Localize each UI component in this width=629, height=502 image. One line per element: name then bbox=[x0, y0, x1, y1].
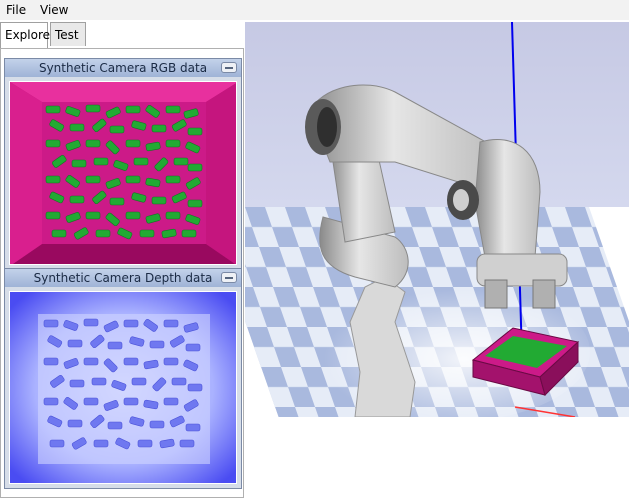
depth-camera-window[interactable]: Synthetic Camera Depth data bbox=[4, 268, 242, 489]
menu-bar: File View bbox=[0, 0, 629, 20]
menu-view[interactable]: View bbox=[40, 3, 68, 17]
tab-test[interactable]: Test bbox=[50, 22, 86, 46]
rgb-window-title: Synthetic Camera RGB data bbox=[5, 59, 241, 77]
rgb-image bbox=[9, 81, 237, 265]
menu-file[interactable]: File bbox=[6, 3, 26, 17]
depth-image bbox=[9, 291, 237, 484]
rgb-camera-window[interactable]: Synthetic Camera RGB data bbox=[4, 58, 242, 270]
sky bbox=[245, 22, 629, 207]
3d-viewport[interactable] bbox=[245, 22, 629, 417]
minimize-button[interactable] bbox=[221, 272, 237, 283]
depth-window-title: Synthetic Camera Depth data bbox=[5, 269, 241, 287]
tab-strip: Explorer Test bbox=[0, 22, 245, 48]
tab-explorer[interactable]: Explorer bbox=[0, 22, 55, 48]
minimize-button[interactable] bbox=[221, 62, 237, 73]
scene-render bbox=[245, 22, 629, 417]
